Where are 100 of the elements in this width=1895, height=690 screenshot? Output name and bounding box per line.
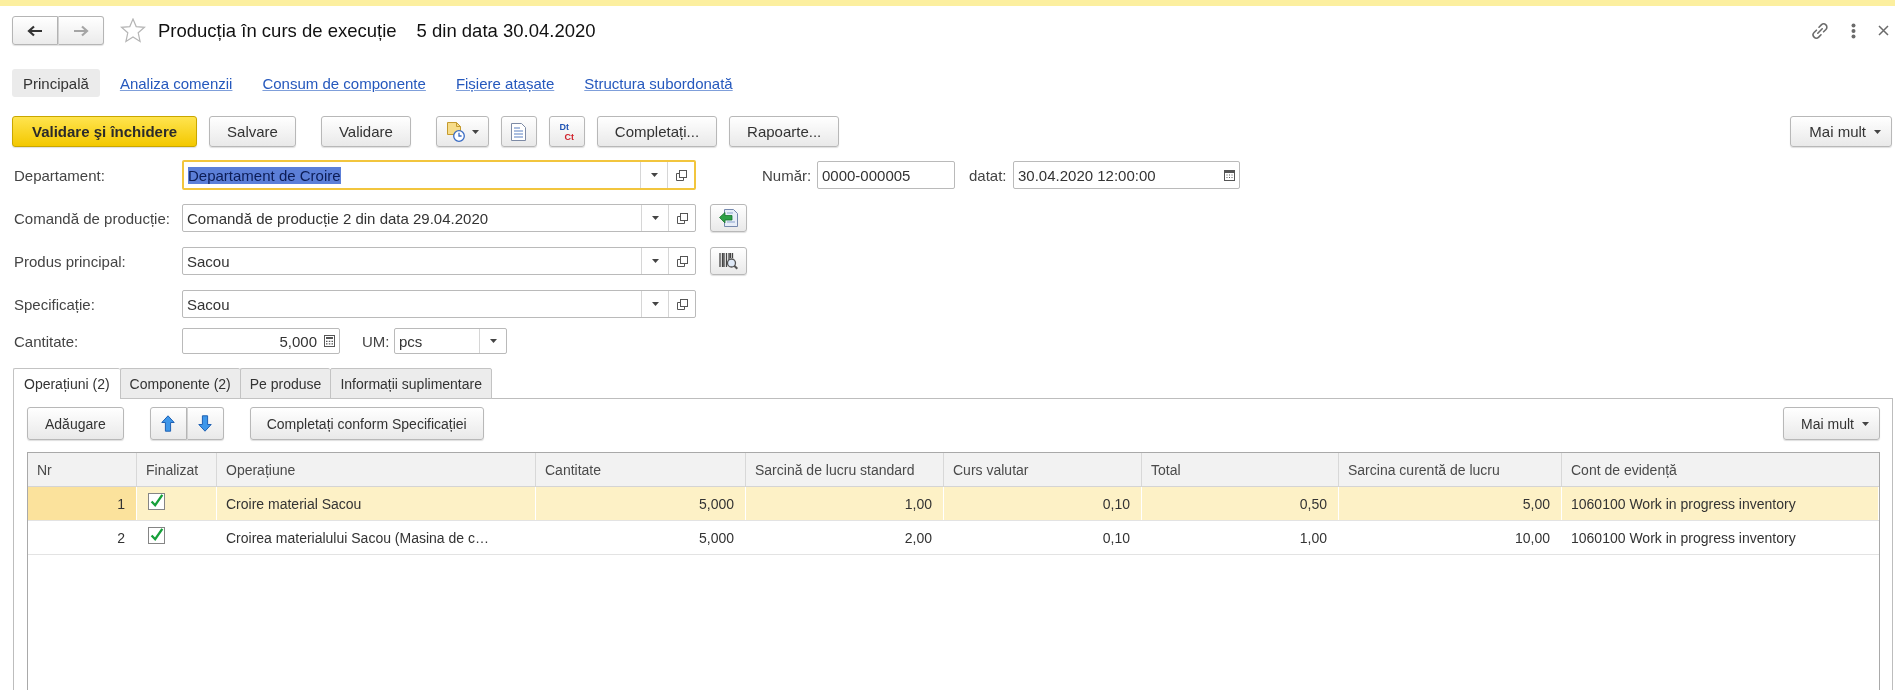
- table-cell: 1: [28, 487, 137, 520]
- menu-button[interactable]: [435, 116, 489, 147]
- column-header[interactable]: Sarcină de lucru standard: [746, 453, 944, 486]
- section-tab[interactable]: Principală: [12, 69, 100, 97]
- checkbox[interactable]: [148, 493, 165, 510]
- table-cell: 0,10: [944, 487, 1142, 520]
- field-label: Produs principal:: [14, 252, 127, 270]
- icon-button[interactable]: [500, 116, 537, 147]
- table-cell: 5,000: [536, 487, 746, 520]
- star-icon[interactable]: [120, 18, 146, 43]
- document-clock-icon: [445, 121, 466, 142]
- primary-button[interactable]: Validare şi închidere: [12, 116, 198, 147]
- fill-button[interactable]: Completați conform Specificației: [249, 407, 484, 440]
- move-up-button[interactable]: [149, 407, 187, 440]
- open-icon[interactable]: [676, 255, 688, 267]
- back-button[interactable]: [12, 16, 58, 45]
- column-header[interactable]: Operațiune: [217, 453, 536, 486]
- unit-select[interactable]: pcs: [394, 328, 507, 354]
- number-field[interactable]: 0000-000005: [817, 161, 955, 189]
- document-title: 5 din data 30.04.2020: [416, 19, 596, 42]
- section-tab[interactable]: Structura subordonată: [572, 69, 745, 97]
- table-cell: Croire material Sacou: [217, 487, 536, 520]
- table-row[interactable]: 1 Croire material Sacou 5,000 1,00 0,10 0,50 5,00 1060100 Work in progress inventory: [28, 487, 1879, 521]
- section-tab[interactable]: Analiza comenzii: [107, 69, 245, 97]
- field-label: Specificație:: [14, 295, 96, 313]
- field-label: datat:: [969, 166, 1008, 184]
- table-cell-text: 1060100 Work in progress inventory: [1570, 528, 1797, 548]
- table-cell-text: 0,10: [1101, 528, 1131, 548]
- column-header[interactable]: Curs valutar: [944, 453, 1142, 486]
- barcode-button[interactable]: [710, 247, 747, 275]
- select-field[interactable]: Departament de Croire: [182, 160, 696, 190]
- table-cell: 1,00: [746, 487, 944, 520]
- fill-button[interactable]: [710, 204, 747, 232]
- table-cell-text: 5,000: [697, 528, 735, 548]
- field-label: Comandă de producție:: [14, 209, 171, 227]
- select-field[interactable]: Comandă de producție 2 din data 29.04.2020: [182, 204, 696, 232]
- column-header[interactable]: Sarcina curentă de lucru: [1339, 453, 1562, 486]
- tab[interactable]: Componente (2): [119, 368, 240, 399]
- document-arrow-icon: [719, 209, 738, 227]
- toolbar-button[interactable]: Validare: [320, 116, 411, 147]
- open-icon[interactable]: [676, 298, 688, 310]
- link-icon[interactable]: [1811, 21, 1829, 40]
- add-button[interactable]: Adăugare: [27, 407, 124, 440]
- toolbar-button[interactable]: Completați...: [596, 116, 718, 147]
- quantity-field[interactable]: 5,000: [182, 328, 340, 354]
- caret-icon[interactable]: [489, 339, 497, 343]
- tab[interactable]: Operațiuni (2): [13, 368, 120, 400]
- table-row[interactable]: 2 Croirea materialului Sacou (Masina de c… 5,000 2,00 0,10 1,00 10,00 1060100 Work in progress inventory: [28, 521, 1879, 555]
- check-icon: [148, 493, 165, 510]
- column-header[interactable]: Cont de evidență: [1562, 453, 1879, 486]
- tab[interactable]: Pe produse: [239, 368, 331, 399]
- check-icon: [148, 527, 165, 544]
- document-icon: [511, 122, 527, 141]
- calendar-icon[interactable]: [1223, 169, 1235, 181]
- close-icon[interactable]: [1878, 25, 1889, 36]
- field-label: Număr:: [762, 166, 813, 184]
- field-label: Departament:: [14, 166, 106, 184]
- open-icon[interactable]: [676, 212, 688, 224]
- column-header[interactable]: Total: [1142, 453, 1339, 486]
- table-cell: 0,50: [1142, 487, 1339, 520]
- column-header[interactable]: Cantitate: [536, 453, 746, 486]
- more-button[interactable]: Mai mult: [1783, 407, 1880, 440]
- more-icon[interactable]: [1851, 22, 1856, 39]
- table-cell-text: 1,00: [1298, 528, 1328, 548]
- down-arrow-icon: [198, 415, 213, 432]
- right-arrow-icon: [73, 24, 89, 37]
- calculator-icon[interactable]: [323, 335, 335, 347]
- column-header[interactable]: Finalizat: [137, 453, 217, 486]
- ledger-button[interactable]: Dt Ct: [548, 116, 585, 147]
- table-cell-text: Croirea materialului Sacou (Masina de c…: [225, 528, 490, 548]
- section-tab[interactable]: Consum de componente: [250, 69, 438, 97]
- caret-icon[interactable]: [651, 302, 659, 306]
- table-cell-text: 10,00: [1513, 528, 1551, 548]
- up-arrow-icon: [161, 415, 176, 432]
- date-field[interactable]: 30.04.2020 12:00:00: [1013, 161, 1240, 189]
- caret-icon[interactable]: [650, 173, 658, 177]
- more-button[interactable]: Mai mult: [1790, 116, 1892, 147]
- section-tab[interactable]: Fișiere atașate: [443, 69, 567, 97]
- select-field[interactable]: Sacou: [182, 290, 696, 318]
- open-icon[interactable]: [675, 169, 687, 181]
- table-cell-text: 2,00: [903, 528, 933, 548]
- caret-icon[interactable]: [651, 216, 659, 220]
- tab[interactable]: Informații suplimentare: [330, 368, 492, 399]
- field-label: Cantitate:: [14, 332, 80, 350]
- caret-icon[interactable]: [651, 259, 659, 263]
- table-cell-text: 2: [116, 528, 126, 548]
- move-down-button[interactable]: [186, 407, 224, 440]
- checkbox[interactable]: [148, 527, 165, 544]
- left-arrow-icon: [27, 24, 43, 37]
- window-title: Producția în curs de execuție: [158, 19, 397, 42]
- field-label: UM:: [362, 332, 391, 350]
- caret-icon: [1862, 421, 1869, 426]
- column-header[interactable]: Nr: [28, 453, 137, 486]
- table-cell: 1060100 Work in progress inventory: [1562, 487, 1879, 520]
- caret-icon: [471, 129, 479, 134]
- select-field[interactable]: Sacou: [182, 247, 696, 275]
- caret-icon: [1874, 129, 1881, 134]
- toolbar-button[interactable]: Rapoarte...: [729, 116, 840, 147]
- barcode-search-icon: [719, 252, 738, 270]
- toolbar-button[interactable]: Salvare: [209, 116, 296, 147]
